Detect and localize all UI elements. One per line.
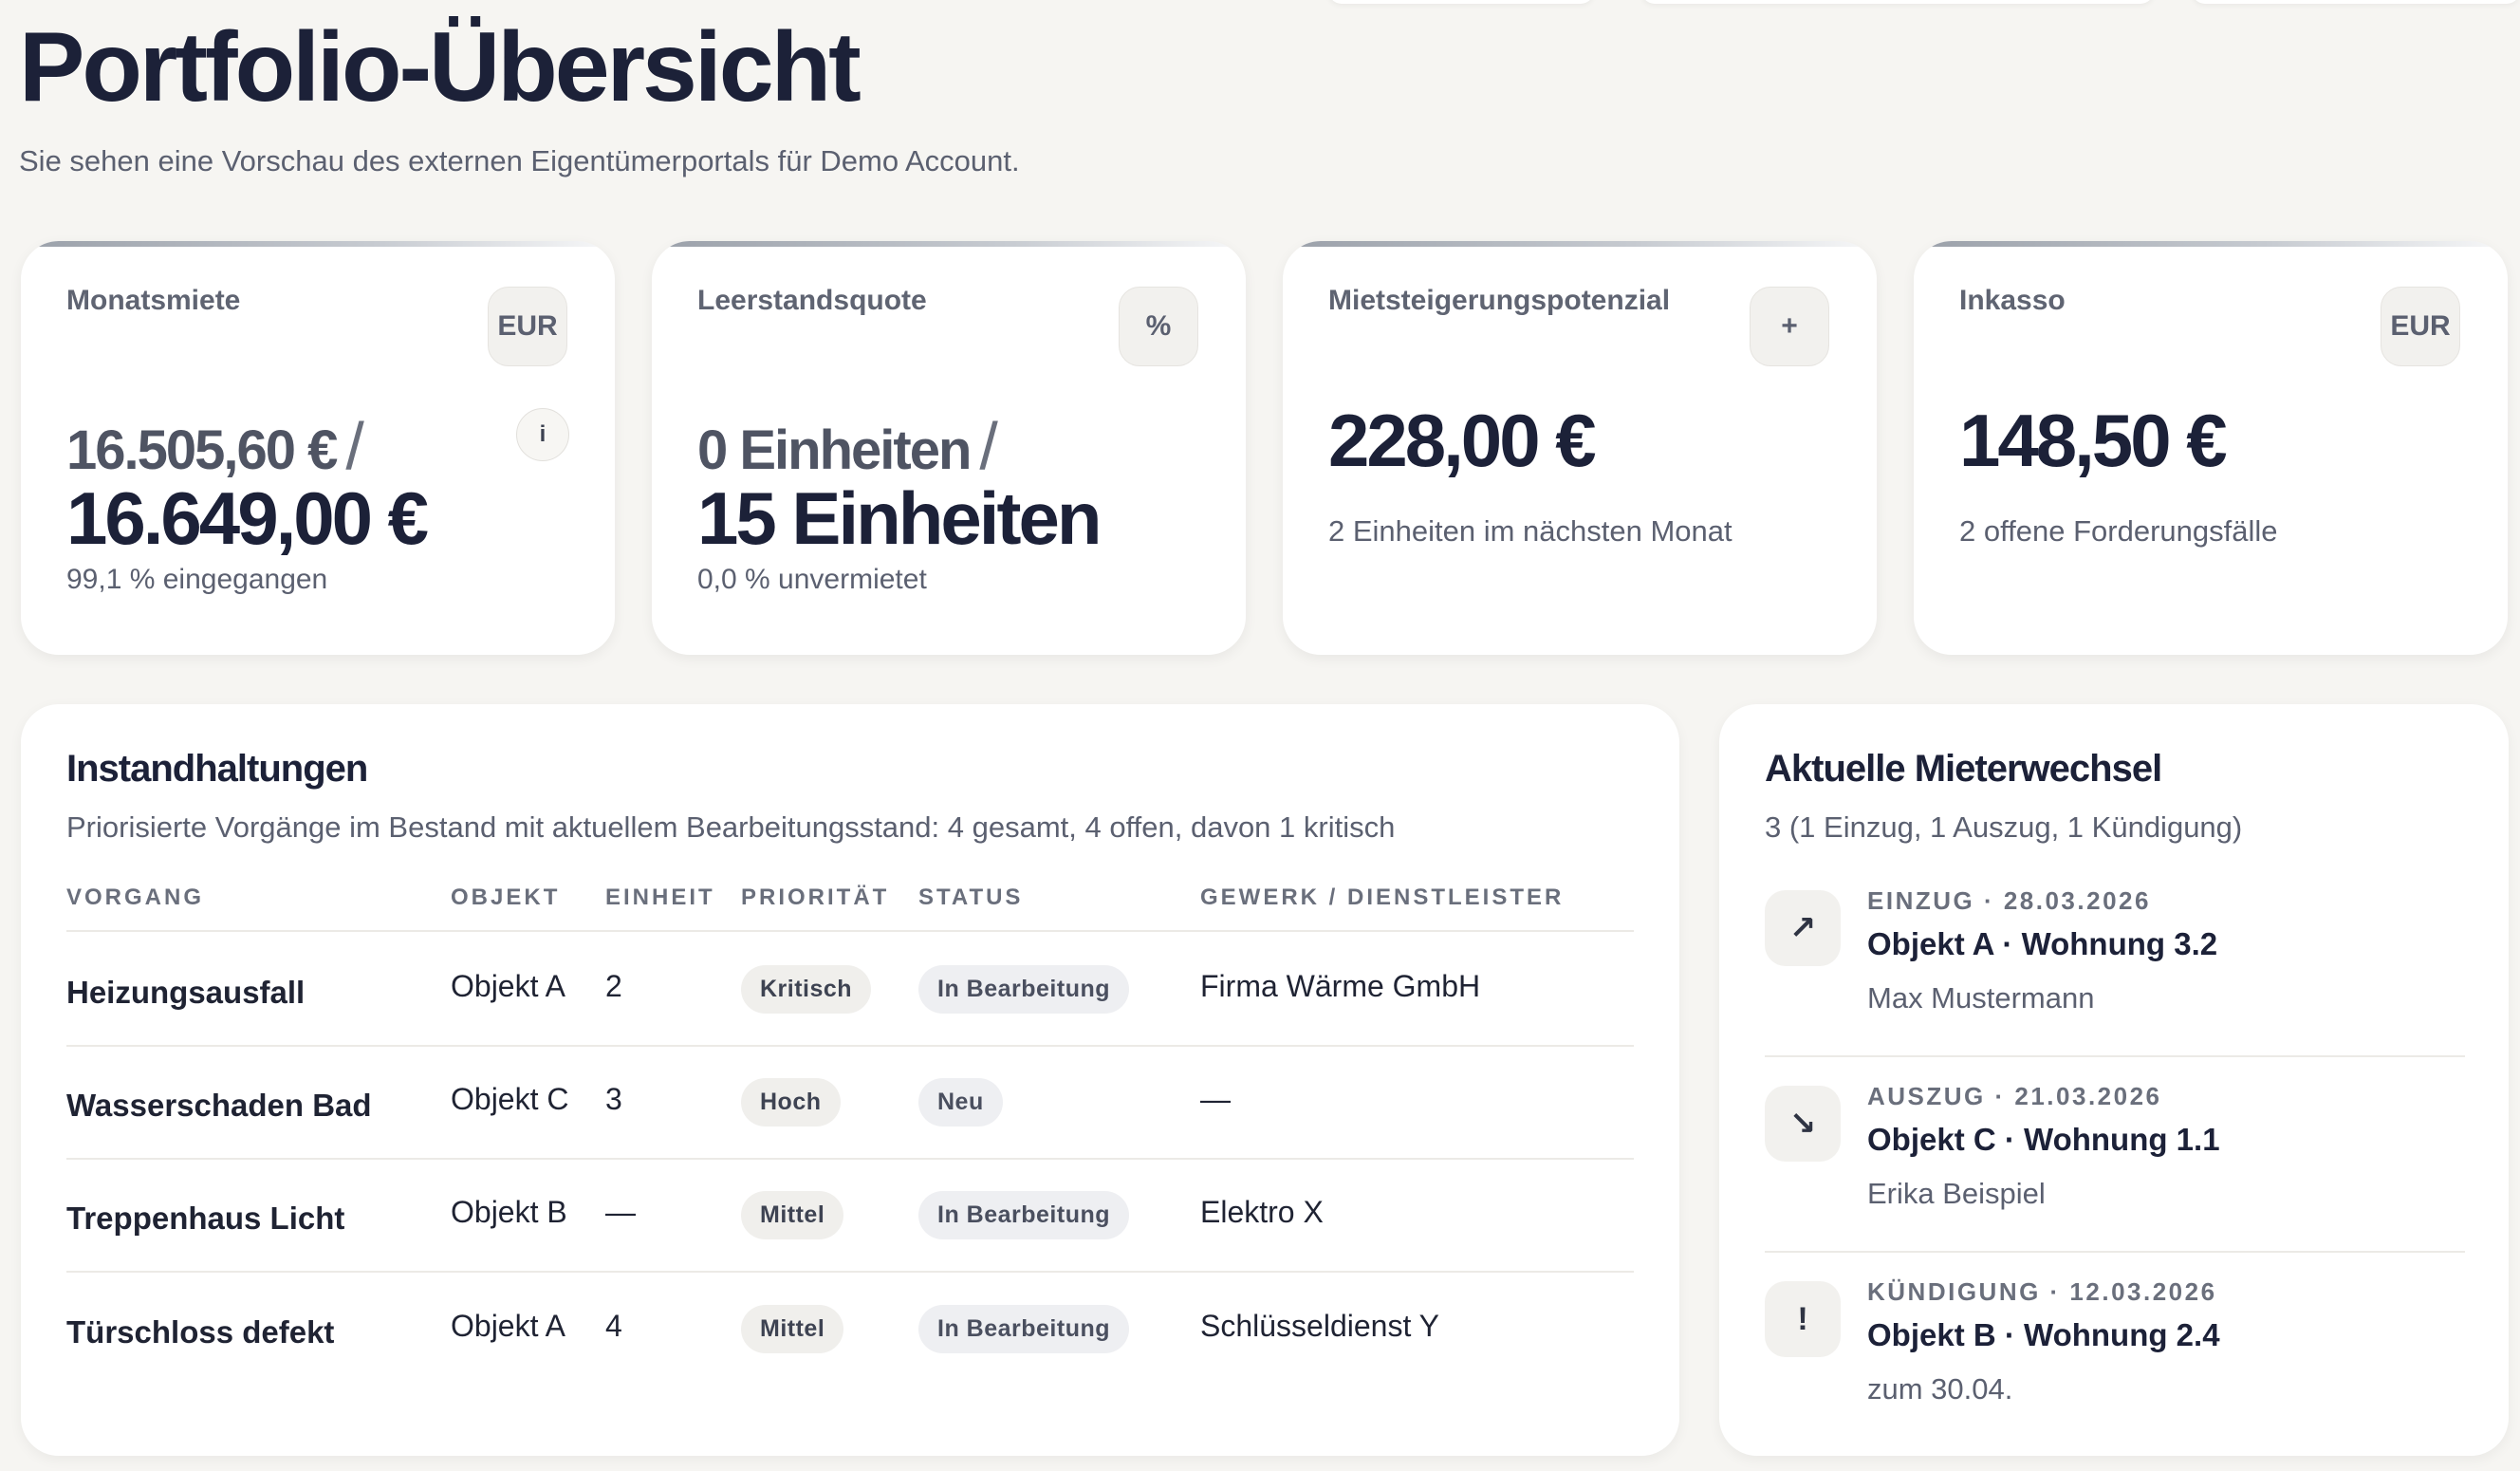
table-header: Vorgang Objekt Einheit Priorität Status … — [66, 884, 1634, 932]
change-meta: AUSZUG · 21.03.2026 — [1867, 1082, 2162, 1110]
exclamation-icon: ! — [1765, 1281, 1841, 1357]
row-vendor: Schlüsseldienst Y — [1200, 1309, 1439, 1343]
change-object: Objekt A · Wohnung 3.2 — [1867, 926, 2218, 961]
row-vendor: — — [1200, 1082, 1231, 1116]
priority-badge: Hoch — [741, 1078, 841, 1127]
column-header[interactable]: Vorgang — [66, 884, 204, 911]
status-badge: In Bearbeitung — [918, 965, 1130, 1014]
currency-badge: EUR — [488, 287, 567, 366]
row-object: Objekt A — [451, 969, 565, 1003]
change-detail: Max Mustermann — [1867, 981, 2095, 1015]
table-row[interactable]: Treppenhaus Licht Objekt B — Mittel In B… — [66, 1160, 1634, 1273]
info-icon[interactable]: i — [516, 408, 569, 461]
kpi-note: 2 offene Forderungsfälle — [1959, 514, 2278, 548]
header-chip[interactable] — [2192, 0, 2520, 4]
row-title: Wasserschaden Bad — [66, 1087, 372, 1123]
table-row[interactable]: Heizungsausfall Objekt A 2 Kritisch In B… — [66, 934, 1634, 1047]
tenant-changes-summary: 3 (1 Einzug, 1 Auszug, 1 Kündigung) — [1765, 810, 2243, 844]
rent-received: 16.505,60 € — [66, 419, 338, 481]
kpi-note: 2 Einheiten im nächsten Monat — [1328, 514, 1732, 548]
page-title: Portfolio-Übersicht — [19, 12, 862, 122]
change-detail: Erika Beispiel — [1867, 1177, 2046, 1210]
rent-target: 16.649,00 € — [66, 476, 429, 560]
kpi-note: 99,1 % eingegangen — [66, 564, 328, 595]
tenant-changes-title: Aktuelle Mieterwechsel — [1765, 748, 2162, 790]
tenant-change-item[interactable]: ↘ AUSZUG · 21.03.2026 Objekt C · Wohnung… — [1765, 1057, 2465, 1253]
row-vendor: Elektro X — [1200, 1195, 1324, 1229]
potential-value: 228,00 € — [1328, 399, 1597, 482]
percent-badge: % — [1119, 287, 1198, 366]
tenant-change-item[interactable]: ! KÜNDIGUNG · 12.03.2026 Objekt B · Wohn… — [1765, 1253, 2465, 1448]
row-unit: 3 — [605, 1082, 622, 1116]
plus-badge: + — [1750, 287, 1829, 366]
tenant-change-item[interactable]: ↗ EINZUG · 28.03.2026 Objekt A · Wohnung… — [1765, 862, 2465, 1057]
value-separator: / — [979, 409, 998, 483]
row-title: Türschloss defekt — [66, 1313, 335, 1350]
kpi-card-vacancy: Leerstandsquote % 0 Einheiten/ 15 Einhei… — [652, 241, 1246, 655]
arrow-up-right-icon: ↗ — [1765, 890, 1841, 966]
maintenance-title: Instandhaltungen — [66, 748, 368, 790]
kpi-card-collection: Inkasso EUR 148,50 € 2 offene Forderungs… — [1914, 241, 2508, 655]
vacant-units: 0 Einheiten — [697, 419, 972, 481]
row-unit: 2 — [605, 969, 622, 1003]
page-subtitle: Sie sehen eine Vorschau des externen Eig… — [19, 144, 1020, 177]
status-badge: In Bearbeitung — [918, 1191, 1130, 1239]
row-title: Heizungsausfall — [66, 974, 306, 1010]
card-accent-bar — [21, 241, 615, 247]
change-object: Objekt C · Wohnung 1.1 — [1867, 1122, 2220, 1157]
column-header[interactable]: Gewerk / Dienstleister — [1200, 884, 1564, 911]
change-meta: KÜNDIGUNG · 12.03.2026 — [1867, 1277, 2217, 1306]
card-accent-bar — [1283, 241, 1877, 247]
priority-badge: Kritisch — [741, 965, 872, 1014]
kpi-label: Mietsteigerungspotenzial — [1328, 285, 1671, 316]
change-detail: zum 30.04. — [1867, 1372, 2013, 1406]
priority-badge: Mittel — [741, 1305, 844, 1353]
arrow-down-right-icon: ↘ — [1765, 1086, 1841, 1162]
column-header[interactable]: Einheit — [605, 884, 715, 911]
kpi-label: Inkasso — [1959, 285, 2066, 316]
kpi-note: 0,0 % unvermietet — [697, 564, 927, 595]
tenant-changes-panel: Aktuelle Mieterwechsel 3 (1 Einzug, 1 Au… — [1719, 704, 2509, 1456]
kpi-card-rent: Monatsmiete EUR i 16.505,60 €/ 16.649,00… — [21, 241, 615, 655]
kpi-card-potential: Mietsteigerungspotenzial + 228,00 € 2 Ei… — [1283, 241, 1877, 655]
header-chip[interactable] — [1641, 0, 2154, 4]
status-badge: Neu — [918, 1078, 1003, 1127]
header-chip[interactable] — [1328, 0, 1594, 4]
change-meta: EINZUG · 28.03.2026 — [1867, 886, 2151, 915]
maintenance-panel: Instandhaltungen Priorisierte Vorgänge i… — [21, 704, 1679, 1456]
collection-value: 148,50 € — [1959, 399, 2228, 482]
change-object: Objekt B · Wohnung 2.4 — [1867, 1317, 2220, 1352]
column-header[interactable]: Priorität — [741, 884, 889, 911]
maintenance-description: Priorisierte Vorgänge im Bestand mit akt… — [66, 810, 1396, 844]
column-header[interactable]: Objekt — [451, 884, 560, 911]
value-separator: / — [345, 409, 364, 483]
column-header[interactable]: Status — [918, 884, 1023, 911]
currency-badge: EUR — [2381, 287, 2460, 366]
row-object: Objekt A — [451, 1309, 565, 1343]
row-vendor: Firma Wärme GmbH — [1200, 969, 1481, 1003]
card-accent-bar — [1914, 241, 2508, 247]
kpi-label: Leerstandsquote — [697, 285, 927, 316]
total-units: 15 Einheiten — [697, 476, 1102, 560]
row-unit: — — [605, 1195, 636, 1229]
row-object: Objekt B — [451, 1195, 567, 1229]
row-title: Treppenhaus Licht — [66, 1200, 345, 1236]
row-object: Objekt C — [451, 1082, 569, 1116]
priority-badge: Mittel — [741, 1191, 844, 1239]
status-badge: In Bearbeitung — [918, 1305, 1130, 1353]
card-accent-bar — [652, 241, 1246, 247]
row-unit: 4 — [605, 1309, 622, 1343]
table-row[interactable]: Wasserschaden Bad Objekt C 3 Hoch Neu — — [66, 1047, 1634, 1160]
kpi-label: Monatsmiete — [66, 285, 241, 316]
table-row[interactable]: Türschloss defekt Objekt A 4 Mittel In B… — [66, 1273, 1634, 1386]
